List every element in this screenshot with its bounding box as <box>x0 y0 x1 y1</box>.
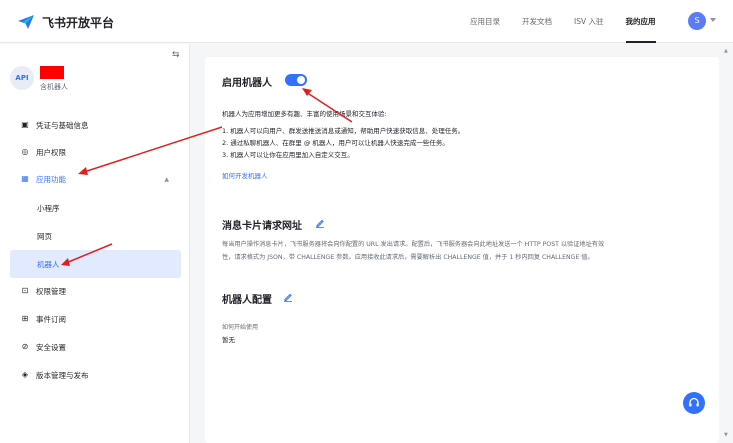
sidebar-item-label: 应用功能 <box>36 174 66 184</box>
brand[interactable]: 飞书开放平台 <box>16 12 114 32</box>
sidebar-subitem-bot[interactable]: 机器人 <box>10 250 181 278</box>
card-url-desc-line-1: 每当用户操作消息卡片，飞书服务器将会向你配置的 URL 发出请求。配置后，飞书服… <box>222 241 605 248</box>
collapse-sidebar-icon[interactable]: ⇆ <box>172 50 180 60</box>
main-panel: 启用机器人 机器人为应用增加更多有趣、丰富的使用场景和交互体验: 1. 机器人可… <box>205 57 719 443</box>
config-field-label: 如何开始使用 <box>222 324 259 331</box>
scroll-up-icon[interactable]: ▲ <box>724 48 728 54</box>
app-subtitle: 含机器人 <box>40 83 68 91</box>
config-field-value: 暂无 <box>222 336 235 344</box>
user-avatar[interactable]: S <box>688 12 706 30</box>
user-search-icon: ◎ <box>21 147 29 156</box>
sidebar-subitem-label: 小程序 <box>37 203 60 213</box>
edit-icon[interactable] <box>283 292 293 302</box>
scrollbar[interactable] <box>722 44 733 443</box>
sidebar-item-label: 用户权限 <box>36 147 66 157</box>
sidebar-item-label: 安全设置 <box>36 342 66 352</box>
bot-point-1: 1. 机器人可以向用户、群发送推送消息或通知，帮助用户快速获取信息、处理任务。 <box>222 127 465 135</box>
feishu-logo-icon <box>18 15 34 29</box>
headset-icon <box>689 397 699 407</box>
sidebar-item-label: 权限管理 <box>36 286 66 296</box>
sidebar-item-label: 版本管理与发布 <box>36 370 89 380</box>
nav-isv[interactable]: ISV 入驻 <box>574 0 604 43</box>
sidebar-subitem-label: 网页 <box>37 231 52 241</box>
sidebar-item-app-features[interactable]: ▦ 应用功能 ▲ <box>10 166 181 192</box>
sidebar-item-event-subscription[interactable]: ⊞ 事件订阅 <box>10 306 181 332</box>
bot-intro: 机器人为应用增加更多有趣、丰富的使用场景和交互体验: <box>222 110 387 118</box>
nav-app-directory[interactable]: 应用目录 <box>470 0 500 43</box>
chevron-up-icon: ▲ <box>164 175 169 183</box>
sidebar: ⇆ API 含机器人 ▣ 凭证与基础信息 ◎ 用户权限 ▦ 应用功能 ▲ 小程序… <box>0 44 190 443</box>
nav-dev-docs[interactable]: 开发文档 <box>522 0 552 43</box>
chevron-down-icon[interactable] <box>710 18 716 22</box>
sidebar-subitem-miniprogram[interactable]: 小程序 <box>10 194 181 222</box>
edit-icon[interactable] <box>315 218 325 228</box>
sidebar-subitem-webpage[interactable]: 网页 <box>10 222 181 250</box>
sidebar-item-user-permissions[interactable]: ◎ 用户权限 <box>10 139 181 165</box>
document-icon: ▣ <box>21 120 29 129</box>
sidebar-item-label: 事件订阅 <box>36 314 66 324</box>
card-url-desc-line-2: 性，请求格式为 JSON，带 CHALLENGE 参数。应用接收此请求后，需要解… <box>222 254 594 261</box>
scroll-down-icon[interactable]: ▼ <box>724 432 728 438</box>
redacted-app-name <box>40 66 64 79</box>
sidebar-subitem-label: 机器人 <box>37 259 60 269</box>
enable-bot-toggle[interactable] <box>285 74 307 86</box>
sidebar-item-version-release[interactable]: ◈ 版本管理与发布 <box>10 362 181 388</box>
event-icon: ⊞ <box>21 314 29 323</box>
grid-icon: ▦ <box>21 174 29 183</box>
top-bar: 飞书开放平台 应用目录 开发文档 ISV 入驻 我的应用 S <box>0 0 733 43</box>
app-avatar: API <box>10 66 34 90</box>
lock-icon: ⊡ <box>21 286 29 295</box>
bot-section-title: 启用机器人 <box>222 78 272 89</box>
sidebar-item-credentials[interactable]: ▣ 凭证与基础信息 <box>10 112 181 138</box>
card-url-section-title: 消息卡片请求网址 <box>222 221 302 232</box>
top-nav: 应用目录 开发文档 ISV 入驻 我的应用 <box>470 0 678 43</box>
bot-config-section-title: 机器人配置 <box>222 295 272 306</box>
shield-icon: ⊘ <box>21 342 29 351</box>
brand-name: 飞书开放平台 <box>42 15 115 30</box>
sidebar-item-permission-management[interactable]: ⊡ 权限管理 <box>10 278 181 304</box>
toggle-knob <box>297 76 305 84</box>
bot-point-2: 2. 通过私聊机器人、在群里 @ 机器人，用户可以让机器人快速完成一些任务。 <box>222 139 449 147</box>
bot-point-3: 3. 机器人可以让你在应用里加入自定义交互。 <box>222 151 354 159</box>
help-button[interactable] <box>683 392 705 414</box>
layers-icon: ◈ <box>21 370 29 379</box>
how-to-develop-bot-link[interactable]: 如何开发机器人 <box>222 170 268 180</box>
nav-my-apps[interactable]: 我的应用 <box>625 0 656 43</box>
sidebar-item-security-settings[interactable]: ⊘ 安全设置 <box>10 334 181 360</box>
sidebar-item-label: 凭证与基础信息 <box>36 120 89 130</box>
